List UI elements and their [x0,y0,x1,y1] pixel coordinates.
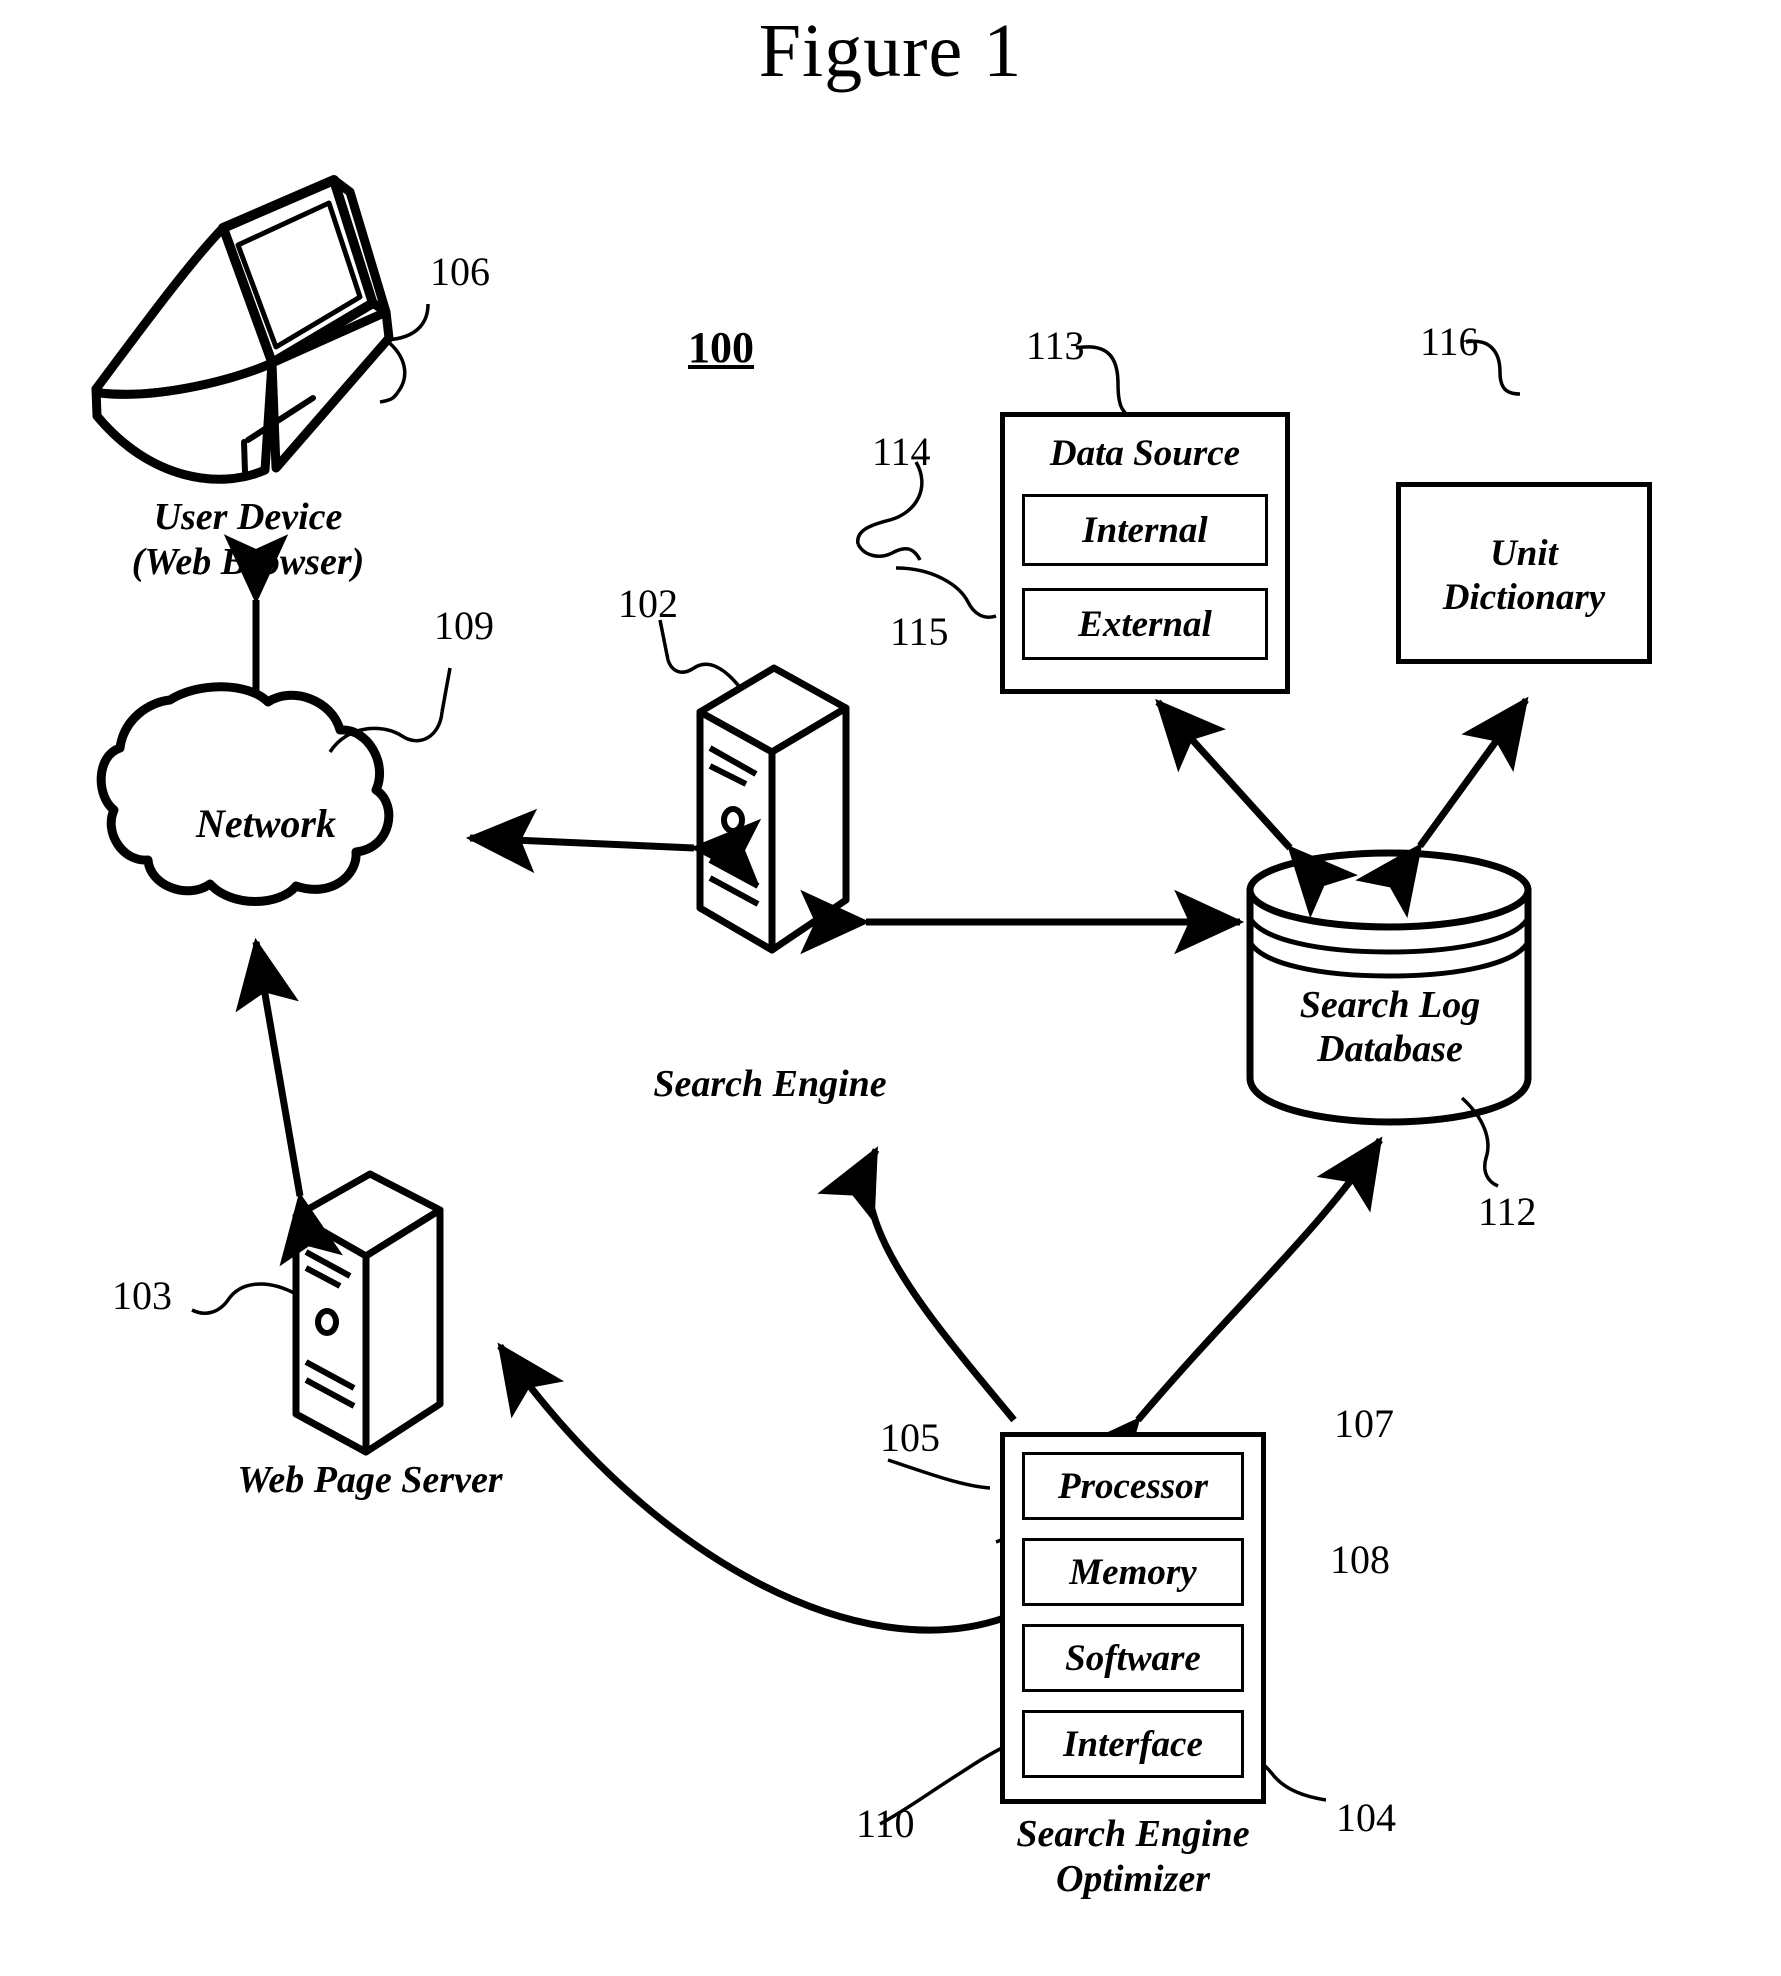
reference-number-103: 103 [112,1273,172,1318]
page-title: Figure 1 [758,9,1023,93]
reference-number-113: 113 [1026,323,1085,368]
search-engine-optimizer-caption: Search Engine Optimizer [950,1812,1316,1902]
web-page-server-label: Web Page Server [237,1459,503,1501]
optimizer-software-label: Software [1065,1637,1201,1679]
reference-number-102: 102 [618,581,678,626]
optimizer-software-box: Software [1022,1624,1244,1692]
search-log-database-label: Search Log Database [1250,984,1530,1071]
search-engine-label: Search Engine [653,1063,887,1105]
unit-dictionary-label-line2: Dictionary [1442,576,1606,618]
reference-number-110: 110 [856,1801,915,1846]
reference-number-112: 112 [1478,1189,1537,1234]
unit-dictionary-label-line1: Unit [1490,533,1558,574]
server-tower-icon-webpage [292,1170,444,1456]
user-device-caption-line2: (Web Browser) [131,540,365,583]
reference-number-104: 104 [1336,1795,1396,1840]
system-reference-number: 100 [688,323,754,372]
data-source-external-box: External [1022,588,1268,660]
data-source-internal-box: Internal [1022,494,1268,566]
optimizer-interface-label: Interface [1063,1723,1203,1765]
search-log-database-label-line2: Database [1317,1027,1463,1070]
user-device-caption-line1: User Device [153,496,343,538]
reference-number-105: 105 [880,1415,940,1460]
reference-number-106: 106 [430,249,490,294]
optimizer-processor-box: Processor [1022,1452,1244,1520]
data-source-internal-label: Internal [1082,509,1208,551]
unit-dictionary-label: Unit Dictionary [1396,532,1652,619]
optimizer-interface-box: Interface [1022,1710,1244,1778]
reference-number-115: 115 [890,609,949,654]
search-engine-optimizer-caption-line2: Optimizer [1055,1857,1211,1900]
user-device-caption: User Device (Web Browser) [38,495,458,585]
data-source-label: Data Source [1049,433,1241,474]
search-engine-optimizer-caption-line1: Search Engine [1016,1813,1250,1855]
server-tower-icon-searchengine [696,664,850,954]
cloud-icon [96,682,394,906]
optimizer-processor-label: Processor [1057,1465,1209,1507]
reference-number-116: 116 [1420,319,1479,364]
laptop-icon [91,175,394,484]
reference-number-108: 108 [1330,1537,1390,1582]
reference-number-109: 109 [434,603,494,648]
reference-number-114: 114 [872,429,931,474]
optimizer-memory-box: Memory [1022,1538,1244,1606]
optimizer-memory-label: Memory [1069,1551,1197,1593]
network-label: Network [196,801,336,846]
patent-figure-page: Figure 1 100 User Device (Web Browser) 1… [0,0,1781,1976]
reference-number-107: 107 [1334,1401,1394,1446]
data-source-external-label: External [1078,603,1212,645]
search-log-database-label-line1: Search Log [1299,984,1481,1026]
